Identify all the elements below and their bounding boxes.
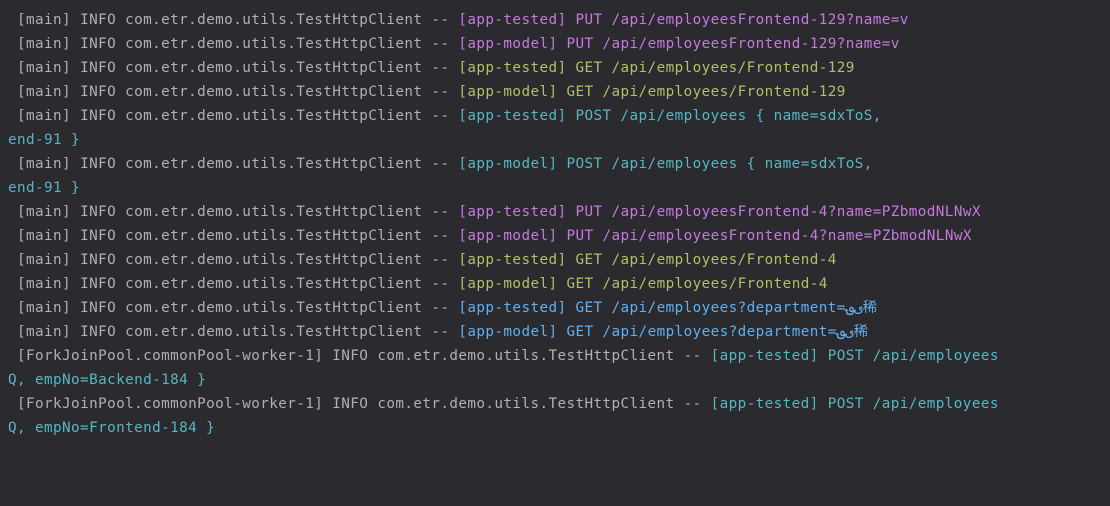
log-prefix: [main] INFO com.etr.demo.utils.TestHttpC…	[8, 276, 458, 292]
log-line-continuation: Q, empNo=Frontend-184 }	[8, 420, 215, 436]
log-prefix: [main] INFO com.etr.demo.utils.TestHttpC…	[8, 228, 458, 244]
app-label: [app-tested]	[458, 204, 566, 220]
log-line: [main] INFO com.etr.demo.utils.TestHttpC…	[8, 252, 837, 268]
http-method: POST	[819, 396, 873, 412]
log-prefix: [main] INFO com.etr.demo.utils.TestHttpC…	[8, 204, 458, 220]
http-method: GET	[566, 60, 611, 76]
http-method: PUT	[557, 36, 602, 52]
log-prefix: [main] INFO com.etr.demo.utils.TestHttpC…	[8, 84, 458, 100]
log-line: [main] INFO com.etr.demo.utils.TestHttpC…	[8, 12, 909, 28]
http-method: GET	[566, 300, 611, 316]
http-path: /api/employees?department=ى؈稀	[612, 300, 878, 316]
http-body: { name=sdxToS,	[738, 156, 873, 172]
http-path: /api/employeesFrontend-129?name=v	[603, 36, 900, 52]
app-label: [app-tested]	[458, 108, 566, 124]
http-body	[999, 396, 1008, 412]
log-prefix: [main] INFO com.etr.demo.utils.TestHttpC…	[8, 252, 458, 268]
log-line: [main] INFO com.etr.demo.utils.TestHttpC…	[8, 228, 972, 244]
http-method: PUT	[557, 228, 602, 244]
http-method: POST	[566, 108, 620, 124]
log-prefix: [ForkJoinPool.commonPool-worker-1] INFO …	[8, 396, 711, 412]
http-path: /api/employees	[612, 156, 738, 172]
app-label: [app-tested]	[711, 348, 819, 364]
log-line: [main] INFO com.etr.demo.utils.TestHttpC…	[8, 36, 900, 52]
app-label: [app-tested]	[458, 300, 566, 316]
log-prefix: [main] INFO com.etr.demo.utils.TestHttpC…	[8, 36, 458, 52]
http-method: GET	[557, 276, 602, 292]
log-line-continuation: end-91 }	[8, 132, 80, 148]
http-path: /api/employeesFrontend-4?name=PZbmodNLNw…	[612, 204, 981, 220]
app-label: [app-tested]	[711, 396, 819, 412]
log-line: [main] INFO com.etr.demo.utils.TestHttpC…	[8, 84, 846, 100]
app-label: [app-model]	[458, 324, 557, 340]
log-prefix: [main] INFO com.etr.demo.utils.TestHttpC…	[8, 300, 458, 316]
http-body	[999, 348, 1008, 364]
http-path: /api/employees/Frontend-129	[612, 60, 855, 76]
http-path: /api/employees/Frontend-4	[603, 276, 828, 292]
log-output: [main] INFO com.etr.demo.utils.TestHttpC…	[0, 0, 1110, 448]
log-prefix: [main] INFO com.etr.demo.utils.TestHttpC…	[8, 156, 458, 172]
http-path: /api/employees/Frontend-129	[603, 84, 846, 100]
http-method: PUT	[566, 12, 611, 28]
http-method: POST	[557, 156, 611, 172]
app-label: [app-model]	[458, 84, 557, 100]
log-line: [main] INFO com.etr.demo.utils.TestHttpC…	[8, 204, 981, 220]
log-line-continuation: Q, empNo=Backend-184 }	[8, 372, 206, 388]
http-path: /api/employees?department=ى؈稀	[603, 324, 869, 340]
http-method: GET	[557, 84, 602, 100]
log-line: [main] INFO com.etr.demo.utils.TestHttpC…	[8, 108, 882, 124]
log-line: [main] INFO com.etr.demo.utils.TestHttpC…	[8, 60, 855, 76]
log-line-continuation: end-91 }	[8, 180, 80, 196]
log-line: [main] INFO com.etr.demo.utils.TestHttpC…	[8, 276, 828, 292]
log-line: [ForkJoinPool.commonPool-worker-1] INFO …	[8, 348, 1008, 364]
app-label: [app-model]	[458, 228, 557, 244]
log-prefix: [main] INFO com.etr.demo.utils.TestHttpC…	[8, 12, 458, 28]
http-method: GET	[566, 252, 611, 268]
log-prefix: [main] INFO com.etr.demo.utils.TestHttpC…	[8, 108, 458, 124]
http-method: POST	[819, 348, 873, 364]
http-method: GET	[557, 324, 602, 340]
log-line: [main] INFO com.etr.demo.utils.TestHttpC…	[8, 156, 873, 172]
http-method: PUT	[566, 204, 611, 220]
app-label: [app-model]	[458, 276, 557, 292]
http-path: /api/employees	[873, 348, 999, 364]
log-line: [main] INFO com.etr.demo.utils.TestHttpC…	[8, 324, 868, 340]
log-prefix: [main] INFO com.etr.demo.utils.TestHttpC…	[8, 324, 458, 340]
app-label: [app-model]	[458, 156, 557, 172]
app-label: [app-tested]	[458, 12, 566, 28]
http-path: /api/employees	[621, 108, 747, 124]
app-label: [app-tested]	[458, 60, 566, 76]
app-label: [app-model]	[458, 36, 557, 52]
http-path: /api/employeesFrontend-4?name=PZbmodNLNw…	[603, 228, 972, 244]
http-path: /api/employeesFrontend-129?name=v	[612, 12, 909, 28]
http-path: /api/employees/Frontend-4	[612, 252, 837, 268]
log-line: [ForkJoinPool.commonPool-worker-1] INFO …	[8, 396, 1008, 412]
log-prefix: [main] INFO com.etr.demo.utils.TestHttpC…	[8, 60, 458, 76]
http-path: /api/employees	[873, 396, 999, 412]
app-label: [app-tested]	[458, 252, 566, 268]
log-prefix: [ForkJoinPool.commonPool-worker-1] INFO …	[8, 348, 711, 364]
http-body: { name=sdxToS,	[747, 108, 882, 124]
log-line: [main] INFO com.etr.demo.utils.TestHttpC…	[8, 300, 877, 316]
